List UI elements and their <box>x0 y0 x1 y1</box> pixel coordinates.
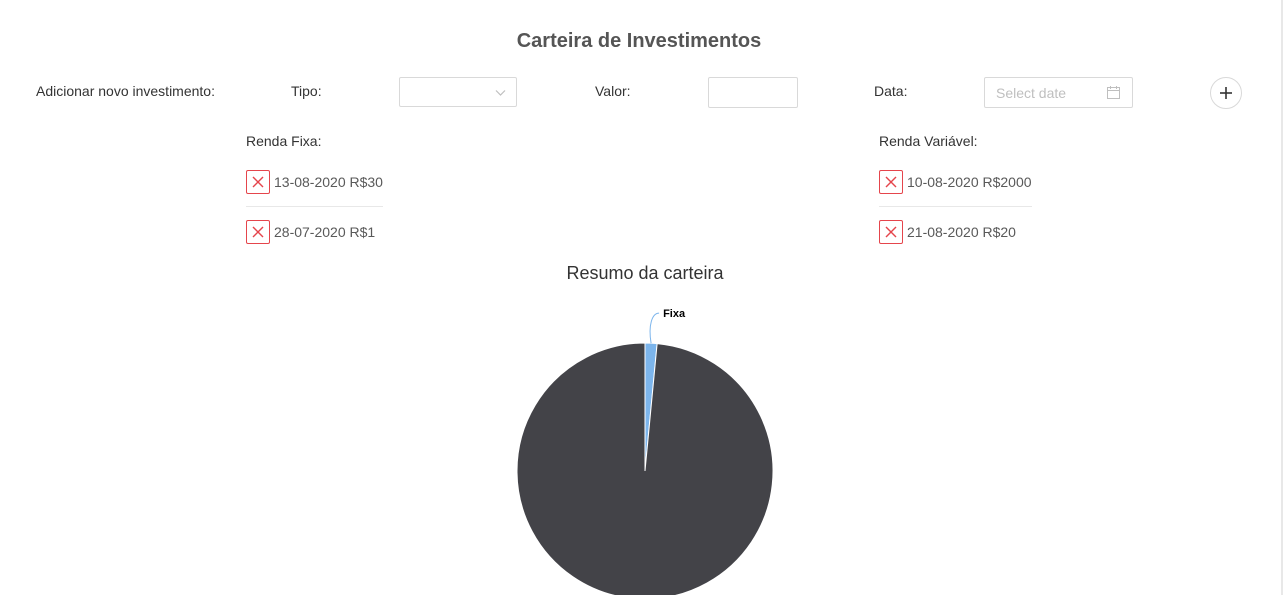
pie-slice-1[interactable] <box>516 342 774 595</box>
data-label-connector <box>649 312 660 344</box>
pie-data-label: Fixa <box>663 308 686 320</box>
pie-chart: Fixa <box>516 308 774 595</box>
